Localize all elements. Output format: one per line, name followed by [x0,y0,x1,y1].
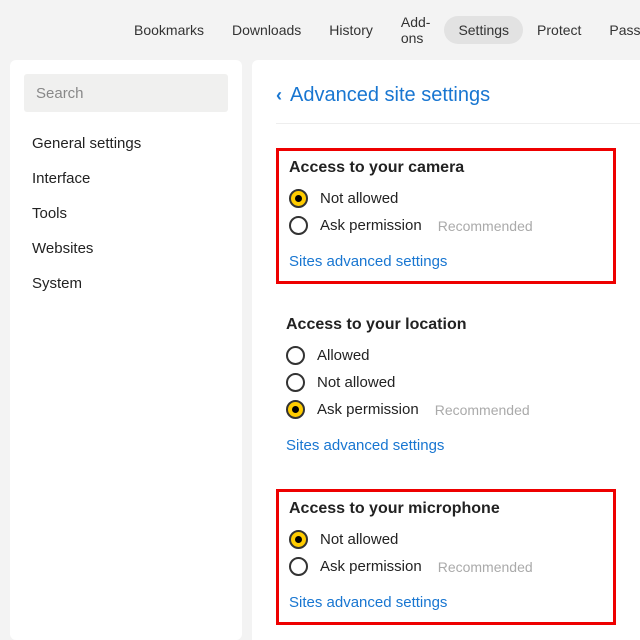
tab-add-ons[interactable]: Add-ons [387,8,445,52]
tab-downloads[interactable]: Downloads [218,16,315,44]
radio-icon [286,373,305,392]
sites-advanced-link[interactable]: Sites advanced settings [289,253,447,270]
sidebar-item-system[interactable]: System [10,266,242,301]
recommended-label: Recommended [438,218,533,234]
section-access-to-your-camera: Access to your camera Not allowed Ask perm… [276,148,616,284]
radio-option[interactable]: Not allowed [289,189,603,208]
settings-sidebar: General settingsInterfaceToolsWebsitesSy… [10,60,242,640]
main-panel: ‹ Advanced site settings Access to your … [252,60,640,640]
section-access-to-your-location: Access to your location Allowed Not allowe… [276,308,616,465]
sites-advanced-link[interactable]: Sites advanced settings [286,437,444,454]
sidebar-item-general-settings[interactable]: General settings [10,126,242,161]
radio-icon [289,557,308,576]
tab-history[interactable]: History [315,16,387,44]
section-title: Access to your location [286,316,606,334]
sidebar-item-tools[interactable]: Tools [10,196,242,231]
radio-option[interactable]: Allowed [286,346,606,365]
radio-icon [289,530,308,549]
radio-option[interactable]: Not allowed [286,373,606,392]
radio-option[interactable]: Ask permission Recommended [289,557,603,576]
recommended-label: Recommended [438,559,533,575]
radio-icon [286,346,305,365]
tab-bookmarks[interactable]: Bookmarks [120,16,218,44]
option-label: Not allowed [317,374,395,391]
sites-advanced-link[interactable]: Sites advanced settings [289,594,447,611]
option-label: Ask permission [320,217,422,234]
option-label: Not allowed [320,531,398,548]
sidebar-item-interface[interactable]: Interface [10,161,242,196]
radio-icon [289,216,308,235]
section-access-to-your-microphone: Access to your microphone Not allowed Ask … [276,489,616,625]
tab-passwords[interactable]: Passwords [595,16,640,44]
section-title: Access to your microphone [289,500,603,518]
chevron-left-icon: ‹ [276,85,282,106]
option-label: Not allowed [320,190,398,207]
section-title: Access to your camera [289,159,603,177]
radio-option[interactable]: Not allowed [289,530,603,549]
top-tabbar: BookmarksDownloadsHistoryAdd-onsSettings… [0,0,640,60]
radio-icon [289,189,308,208]
radio-option[interactable]: Ask permission Recommended [286,400,606,419]
recommended-label: Recommended [435,402,530,418]
tab-protect[interactable]: Protect [523,16,595,44]
search-container [24,74,228,112]
breadcrumb-title: Advanced site settings [290,84,490,107]
radio-option[interactable]: Ask permission Recommended [289,216,603,235]
radio-icon [286,400,305,419]
tab-settings[interactable]: Settings [444,16,523,44]
option-label: Ask permission [320,558,422,575]
search-input[interactable] [24,74,228,112]
option-label: Ask permission [317,401,419,418]
breadcrumb[interactable]: ‹ Advanced site settings [276,84,640,124]
sidebar-item-websites[interactable]: Websites [10,231,242,266]
option-label: Allowed [317,347,370,364]
